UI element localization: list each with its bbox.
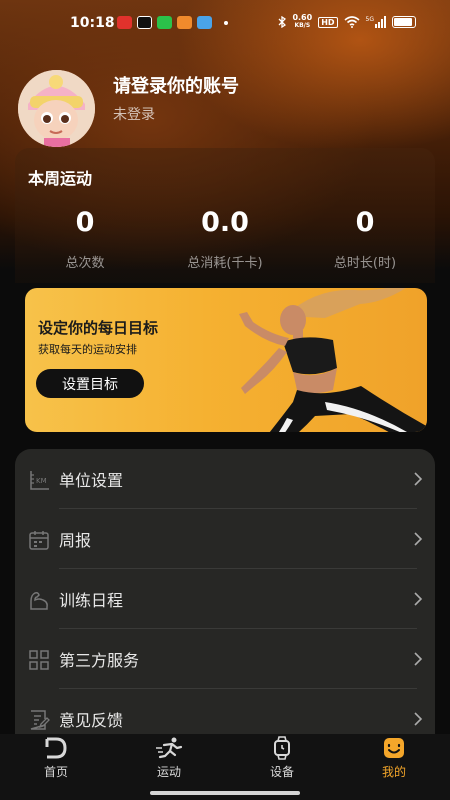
books-app-icon	[177, 16, 192, 29]
menu-item-label: 意见反馈	[59, 711, 124, 730]
stat-label: 总次数	[65, 256, 105, 271]
net-speed-unit: KB/S	[294, 22, 311, 29]
tiktok-icon	[137, 16, 152, 29]
runner-illustration-icon	[239, 288, 427, 432]
ruler-km-icon: KM	[30, 471, 49, 490]
chevron-right-icon	[414, 532, 423, 546]
stat-total-calories: 0.0 总消耗(千卡)	[160, 207, 290, 271]
more-notifications-icon	[224, 20, 228, 25]
stat-label: 总时长(时)	[333, 256, 397, 271]
status-bar: 10:18 0.60 KB/S HD 5G	[0, 0, 450, 46]
hd-badge: HD	[318, 16, 338, 28]
stat-total-duration: 0 总时长(时)	[300, 207, 430, 271]
menu-item-label: 周报	[59, 531, 92, 550]
chevron-right-icon	[414, 652, 423, 666]
calendar-icon	[29, 531, 49, 550]
stat-total-count: 0 总次数	[20, 207, 150, 271]
chevron-right-icon	[414, 712, 423, 726]
tab-workout[interactable]: 运动	[124, 736, 214, 780]
notification-app-icon	[117, 16, 132, 29]
profile-face-icon	[384, 738, 404, 758]
avatar[interactable]	[18, 70, 95, 147]
grid-icon	[29, 650, 49, 670]
goal-title: 设定你的每日目标	[38, 319, 159, 337]
set-goal-button[interactable]: 设置目标	[36, 369, 144, 398]
login-prompt[interactable]: 请登录你的账号	[113, 72, 239, 98]
tab-device[interactable]: 设备	[237, 736, 327, 780]
status-time: 10:18	[70, 15, 115, 31]
battery-icon	[392, 16, 416, 28]
status-indicators: 0.60 KB/S HD 5G	[278, 14, 416, 30]
home-d-icon	[45, 737, 67, 759]
stat-value: 0	[75, 207, 95, 238]
avatar-character-icon	[18, 70, 95, 147]
notification-icons	[117, 16, 228, 29]
home-indicator[interactable]	[150, 791, 300, 795]
chat-app-icon	[157, 16, 172, 29]
tab-label: 运动	[156, 765, 181, 779]
stat-value: 0.0	[201, 207, 249, 238]
daily-goal-banner[interactable]: 设定你的每日目标 获取每天的运动安排 设置目标	[25, 288, 427, 432]
photo-app-icon	[197, 16, 212, 29]
menu-item-unit-settings[interactable]: KM 单位设置	[15, 449, 435, 509]
tab-label: 我的	[381, 765, 406, 779]
muscle-arm-icon	[30, 592, 48, 610]
settings-menu: KM 单位设置 周报 训练日程 第三方服务 意见反馈	[15, 449, 435, 749]
menu-item-training-schedule[interactable]: 训练日程	[15, 569, 435, 629]
weekly-stats-title: 本周运动	[28, 169, 93, 188]
net-speed-value: 0.60	[292, 13, 313, 22]
bluetooth-icon	[278, 16, 287, 28]
network-speed: 0.60 KB/S	[292, 14, 312, 30]
tab-profile[interactable]: 我的	[349, 736, 439, 780]
tab-home[interactable]: 首页	[11, 736, 101, 780]
feedback-icon	[30, 710, 50, 730]
menu-item-label: 单位设置	[59, 471, 124, 490]
chevron-right-icon	[414, 592, 423, 606]
menu-item-label: 第三方服务	[59, 651, 140, 670]
menu-item-weekly-report[interactable]: 周报	[15, 509, 435, 569]
stat-label: 总消耗(千卡)	[187, 256, 263, 271]
menu-item-label: 训练日程	[59, 591, 124, 610]
tab-label: 设备	[269, 765, 294, 779]
login-status: 未登录	[113, 107, 155, 123]
menu-item-third-party[interactable]: 第三方服务	[15, 629, 435, 689]
chevron-right-icon	[414, 472, 423, 486]
signal-label: 5G	[365, 16, 374, 23]
stat-value: 0	[355, 207, 375, 238]
runner-icon	[156, 737, 183, 759]
goal-subtitle: 获取每天的运动安排	[38, 343, 137, 356]
wifi-icon	[344, 16, 360, 28]
signal-icon: 5G	[366, 16, 386, 28]
svg-text:KM: KM	[36, 477, 47, 485]
tab-label: 首页	[43, 765, 68, 779]
watch-icon	[274, 736, 290, 760]
